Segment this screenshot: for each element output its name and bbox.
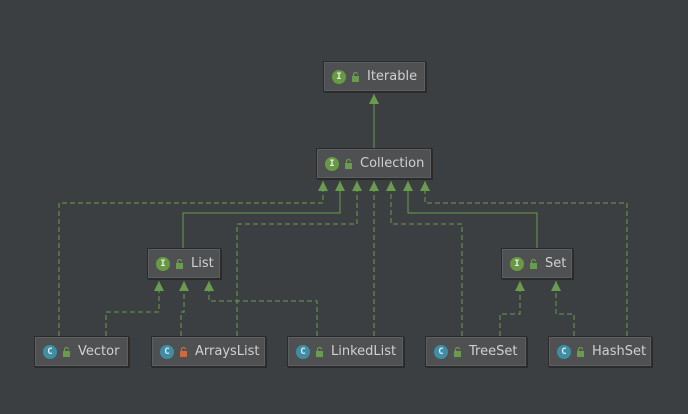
- interface-icon: I: [156, 256, 170, 271]
- node-treeset[interactable]: C TreeSet: [425, 336, 527, 367]
- arrowhead-vector-to-list: [154, 281, 164, 291]
- arrowhead-hashset-to-collection: [420, 181, 430, 191]
- node-list[interactable]: I List: [147, 248, 221, 279]
- public-lock-icon: [529, 258, 538, 269]
- arrowhead-vector-to-collection: [318, 181, 328, 191]
- arrowhead-treeset-to-set: [515, 281, 525, 291]
- node-label: Collection: [360, 156, 425, 171]
- edge-vector-to-list: [105, 281, 160, 336]
- node-label: HashSet: [592, 344, 647, 359]
- node-hashset[interactable]: C HashSet: [548, 336, 652, 367]
- edge-set-to-collection: [407, 181, 538, 248]
- public-lock-icon: [175, 258, 184, 269]
- interface-icon: I: [332, 69, 346, 84]
- class-icon: C: [434, 344, 448, 359]
- arrowhead-list-to-collection: [335, 181, 345, 191]
- node-arrayslist[interactable]: C ArraysList: [151, 336, 266, 367]
- edge-treeset-to-collection: [390, 181, 463, 336]
- class-diagram: I Iterable I Collection I List I Set C V…: [0, 0, 688, 414]
- class-icon: C: [296, 344, 310, 359]
- class-icon: C: [43, 344, 57, 359]
- node-set[interactable]: I Set: [501, 248, 573, 279]
- arrowhead-arrayslist-to-list: [179, 281, 189, 291]
- interface-icon: I: [325, 156, 339, 171]
- public-lock-icon: [576, 346, 585, 357]
- arrowhead-linkedlist-to-list: [204, 281, 214, 291]
- public-lock-icon: [344, 158, 353, 169]
- edge-list-to-collection: [182, 181, 341, 248]
- arrowhead-arrayslist-to-collection: [352, 181, 362, 191]
- arrowhead-hashset-to-set: [551, 281, 561, 291]
- node-label: ArraysList: [195, 344, 260, 359]
- node-label: TreeSet: [469, 344, 518, 359]
- node-label: Iterable: [367, 69, 418, 84]
- public-lock-icon: [62, 346, 71, 357]
- edge-linkedlist-to-list: [208, 281, 318, 336]
- private-lock-icon: [179, 346, 188, 357]
- interface-icon: I: [510, 256, 524, 271]
- edge-arrayslist-to-collection: [236, 181, 358, 336]
- arrowhead-set-to-collection: [403, 181, 413, 191]
- public-lock-icon: [351, 71, 360, 82]
- public-lock-icon: [453, 346, 462, 357]
- node-linkedlist[interactable]: C LinkedList: [287, 336, 404, 367]
- node-label: Set: [545, 256, 567, 271]
- arrowhead-linkedlist-to-collection: [369, 181, 379, 191]
- class-icon: C: [160, 344, 174, 359]
- node-label: LinkedList: [331, 344, 397, 359]
- arrowhead-treeset-to-collection: [386, 181, 396, 191]
- node-label: List: [191, 256, 214, 271]
- public-lock-icon: [315, 346, 324, 357]
- node-collection[interactable]: I Collection: [316, 148, 432, 179]
- node-vector[interactable]: C Vector: [34, 336, 129, 367]
- arrowhead-collection-to-iterable: [369, 94, 379, 104]
- node-iterable[interactable]: I Iterable: [323, 61, 426, 92]
- node-label: Vector: [78, 344, 120, 359]
- class-icon: C: [557, 344, 571, 359]
